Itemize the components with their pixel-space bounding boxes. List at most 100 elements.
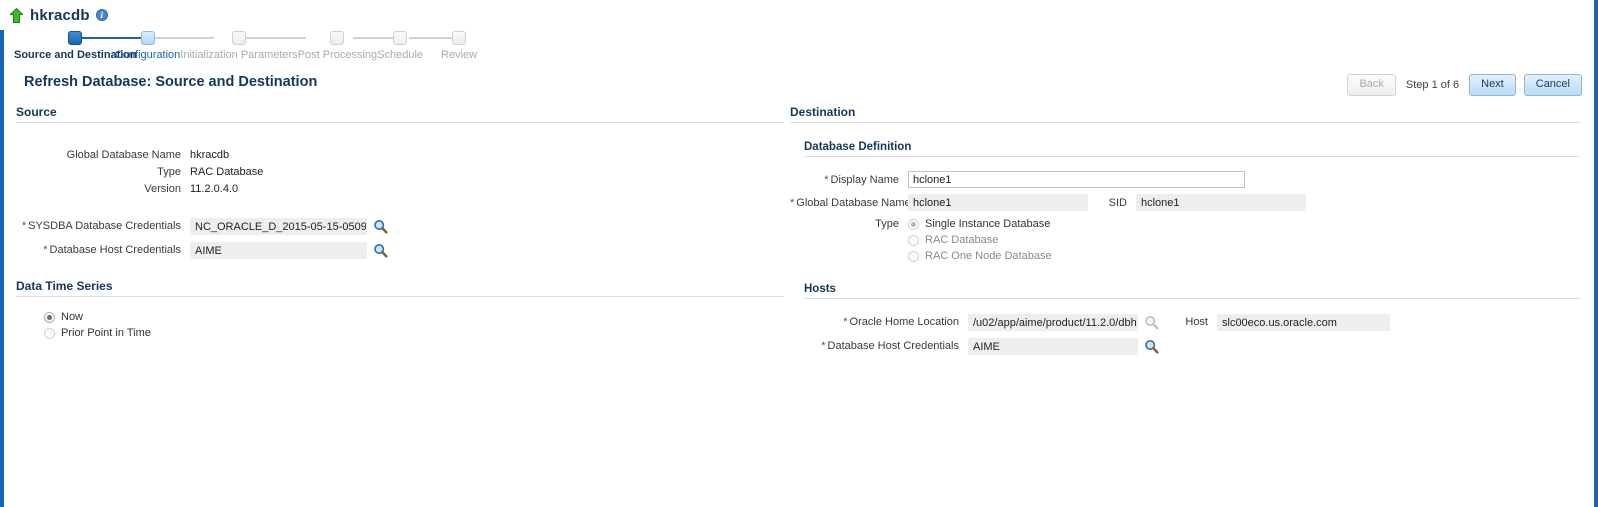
- type-option-rac-database[interactable]: RAC Database: [908, 232, 1052, 248]
- train-label-6: Review: [441, 49, 478, 61]
- radio-label-rac-database: RAC Database: [925, 234, 999, 246]
- sid-input: hclone1: [1136, 194, 1306, 211]
- train-node-1[interactable]: [68, 31, 83, 45]
- destination-database-host-credentials-row: * Database Host Credentials AIME: [790, 336, 1580, 356]
- train-node-3: [231, 31, 246, 45]
- destination-database-host-credentials-input[interactable]: AIME: [968, 337, 1138, 355]
- data-time-series-option-prior-point-in-time[interactable]: Prior Point in Time: [44, 325, 784, 341]
- radio-label-single-instance-database: Single Instance Database: [925, 218, 1051, 230]
- source-database-host-credentials-label-text: Database Host Credentials: [49, 244, 181, 256]
- radio-rac-one-node-database[interactable]: [908, 250, 919, 262]
- radio-rac-database[interactable]: [908, 234, 919, 246]
- source-database-host-credentials-input[interactable]: AIME: [190, 241, 367, 259]
- destination-type-radio-group: Single Instance Database RAC Database RA…: [908, 216, 1052, 264]
- destination-section-heading: Destination: [790, 105, 1580, 123]
- train-label-3: Initialization Parameters: [180, 49, 298, 61]
- wizard-button-bar: Back Step 1 of 6 Next Cancel: [1347, 74, 1582, 96]
- cancel-button[interactable]: Cancel: [1523, 74, 1582, 96]
- oracle-home-location-input: /u02/app/aime/product/11.2.0/dbh: [968, 313, 1138, 331]
- radio-label-rac-one-node-database: RAC One Node Database: [925, 250, 1052, 262]
- source-field-type: Type RAC Database: [16, 163, 784, 180]
- data-time-series-option-now[interactable]: Now: [44, 309, 784, 325]
- source-panel: Source Global Database Name hkracdb Type…: [16, 105, 784, 341]
- train-label-2: Configuration: [114, 49, 181, 61]
- radio-single-instance-database[interactable]: [908, 218, 919, 230]
- train-node-2[interactable]: [140, 31, 155, 45]
- host-label: Host: [1185, 316, 1208, 328]
- display-name-row: * Display Name hclone1: [790, 170, 1580, 189]
- train-step-configuration[interactable]: Configuration: [115, 30, 180, 61]
- source-label-global-database-name: Global Database Name: [66, 148, 181, 161]
- oracle-home-location-row: * Oracle Home Location /u02/app/aime/prod…: [790, 312, 1580, 332]
- database-definition-section: Database Definition * Display Name hclone…: [790, 141, 1580, 264]
- data-time-series-heading: Data Time Series: [16, 279, 784, 297]
- search-icon-destination-host-credentials[interactable]: [1144, 339, 1159, 354]
- display-name-label: * Display Name: [790, 174, 908, 186]
- display-name-input[interactable]: hclone1: [908, 171, 1245, 188]
- source-field-version: Version 11.2.0.4.0: [16, 180, 784, 197]
- train-label-4: Post Processing: [297, 49, 378, 61]
- back-button: Back: [1347, 74, 1396, 96]
- type-option-single-instance-database[interactable]: Single Instance Database: [908, 216, 1052, 232]
- radio-label-now: Now: [61, 311, 84, 323]
- radio-prior-point-in-time[interactable]: [44, 327, 55, 339]
- search-icon-sysdba-credentials[interactable]: [373, 219, 388, 234]
- destination-database-host-credentials-label-text: Database Host Credentials: [827, 340, 959, 352]
- hosts-fields: * Oracle Home Location /u02/app/aime/prod…: [790, 312, 1580, 356]
- train-label-5: Schedule: [377, 49, 424, 61]
- wizard-train: Source and Destination Configuration Ini…: [14, 30, 477, 64]
- hosts-heading: Hosts: [804, 283, 1580, 299]
- source-label-version: Version: [144, 182, 181, 195]
- database-definition-heading: Database Definition: [804, 141, 1580, 157]
- page-root: hkracdb i Source and Destination Configu…: [0, 0, 1598, 507]
- search-icon-source-host-credentials[interactable]: [373, 243, 388, 258]
- left-accent-rail: [0, 30, 4, 507]
- host-input: slc00eco.us.oracle.com: [1217, 313, 1390, 331]
- source-database-host-credentials-label: * Database Host Credentials: [16, 244, 190, 256]
- display-name-label-text: Display Name: [830, 173, 899, 186]
- page-header: hkracdb i: [0, 0, 1598, 30]
- global-database-name-input: hclone1: [908, 194, 1088, 211]
- train-step-schedule: Schedule: [377, 30, 423, 61]
- global-database-name-label-text: Global Database Name: [796, 196, 911, 209]
- database-definition-fields: * Display Name hclone1 * Global Database N…: [790, 170, 1580, 264]
- train-row: Source and Destination Configuration Ini…: [14, 30, 477, 61]
- up-arrow-icon: [10, 7, 23, 23]
- source-database-host-credentials-row: * Database Host Credentials AIME: [16, 240, 784, 260]
- search-icon-oracle-home-location: [1144, 315, 1159, 330]
- oracle-home-location-label: * Oracle Home Location: [790, 316, 968, 328]
- hosts-section: Hosts * Oracle Home Location /u02/app/aim…: [790, 283, 1580, 356]
- destination-type-label: Type: [875, 218, 899, 230]
- destination-database-host-credentials-label: * Database Host Credentials: [790, 340, 968, 352]
- sysdba-database-credentials-row: * SYSDBA Database Credentials NC_ORACLE_D…: [16, 216, 784, 236]
- source-readonly-fields: Global Database Name hkracdb Type RAC Da…: [16, 146, 784, 197]
- train-node-4: [330, 31, 345, 45]
- type-option-rac-one-node-database[interactable]: RAC One Node Database: [908, 248, 1052, 264]
- global-database-name-label: * Global Database Name: [790, 196, 911, 209]
- source-value-version: 11.2.0.4.0: [190, 182, 239, 195]
- source-label-type: Type: [157, 165, 181, 178]
- source-value-type: RAC Database: [190, 165, 264, 178]
- global-database-name-row: * Global Database Name hclone1 SID hclone…: [790, 193, 1580, 212]
- sid-label: SID: [1108, 196, 1127, 209]
- page-title: Refresh Database: Source and Destination: [24, 74, 318, 90]
- train-node-5: [393, 31, 408, 45]
- radio-now[interactable]: [44, 311, 55, 323]
- destination-type-row: Type Single Instance Database RAC Databa…: [790, 216, 1580, 264]
- page-title-row: Refresh Database: Source and Destination…: [0, 70, 1598, 100]
- source-value-global-database-name: hkracdb: [190, 148, 230, 161]
- data-time-series-radio-group: Now Prior Point in Time: [44, 309, 784, 341]
- data-time-series-section: Data Time Series Now Prior Point in Time: [16, 279, 784, 341]
- info-icon[interactable]: i: [95, 9, 108, 21]
- train-step-review: Review: [441, 30, 477, 61]
- train-step-post-processing: Post Processing: [298, 30, 377, 61]
- sysdba-database-credentials-label: * SYSDBA Database Credentials: [16, 220, 190, 232]
- oracle-home-location-label-text: Oracle Home Location: [849, 316, 959, 328]
- train-step-initialization-parameters: Initialization Parameters: [180, 30, 298, 61]
- train-node-6: [452, 31, 467, 45]
- sysdba-database-credentials-input[interactable]: NC_ORACLE_D_2015-05-15-05091: [190, 217, 367, 235]
- next-button[interactable]: Next: [1469, 74, 1516, 96]
- sysdba-database-credentials-label-text: SYSDBA Database Credentials: [28, 220, 181, 232]
- source-section-heading: Source: [16, 105, 784, 123]
- source-credential-fields: * SYSDBA Database Credentials NC_ORACLE_D…: [16, 216, 784, 260]
